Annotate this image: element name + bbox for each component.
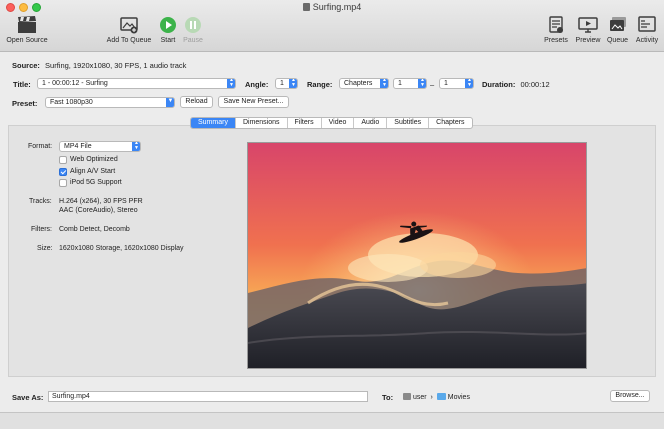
duration: Duration: 00:00:12 — [482, 80, 550, 89]
preset-label: Preset: — [12, 99, 38, 108]
angle-select[interactable]: 1 ▲ ▼ — [275, 78, 298, 89]
save-as-field[interactable]: Surfing.mp4 — [48, 391, 368, 402]
tracks-label: Tracks: — [29, 198, 52, 205]
save-as-value: Surfing.mp4 — [52, 393, 90, 400]
tab-chapters[interactable]: Chapters — [429, 118, 471, 128]
queue-icon — [609, 17, 626, 31]
open-source-button[interactable]: Open Source — [4, 16, 50, 44]
angle-select-value: 1 — [280, 80, 284, 87]
range-label: Range: — [307, 80, 333, 89]
surfing-preview-picture — [248, 143, 586, 368]
presets-button[interactable]: Presets — [542, 16, 570, 44]
handbrake-window: Surfing.mp4 Open Source Add To Queue Sta… — [0, 0, 664, 429]
angle-label: Angle: — [245, 80, 269, 89]
duration-value: 00:00:12 — [520, 80, 550, 89]
document-icon — [302, 3, 310, 11]
tab-video[interactable]: Video — [322, 118, 355, 128]
add-to-queue-icon — [120, 17, 138, 34]
pause-icon — [185, 17, 201, 33]
chevron-up-down-icon: ▲ ▼ — [289, 79, 297, 88]
tab-filters[interactable]: Filters — [288, 118, 322, 128]
duration-label: Duration: — [482, 80, 516, 89]
browse-button[interactable]: Browse... — [610, 390, 650, 402]
align-av-checkbox[interactable] — [59, 168, 67, 176]
range-start-select[interactable]: 1 ▲ ▼ — [393, 78, 427, 89]
reload-button[interactable]: Reload — [180, 96, 213, 108]
range-end-select[interactable]: 1 ▲ ▼ — [439, 78, 474, 89]
ipod-support-checkbox[interactable] — [59, 179, 67, 187]
pause-button[interactable]: Pause — [181, 16, 205, 44]
add-to-queue-button[interactable]: Add To Queue — [104, 16, 154, 44]
web-optimized-checkbox[interactable] — [59, 156, 67, 164]
movies-folder-icon — [436, 393, 446, 400]
tracks-audio: AAC (CoreAudio), Stereo — [59, 207, 138, 214]
path-folder: Movies — [447, 394, 470, 401]
save-new-preset-button[interactable]: Save New Preset... — [218, 96, 289, 108]
activity-label: Activity — [635, 37, 659, 44]
size-value: 1620x1080 Storage, 1620x1080 Display — [59, 245, 184, 252]
preview-label: Preview — [575, 37, 601, 44]
path-separator: › — [430, 394, 433, 401]
tab-dimensions[interactable]: Dimensions — [236, 118, 288, 128]
preset-select[interactable]: Fast 1080p30 ▼ — [45, 97, 175, 108]
range-type-value: Chapters — [344, 80, 373, 87]
chevron-up-down-icon: ▲ ▼ — [380, 79, 388, 88]
monitor-icon — [578, 17, 598, 33]
format-select[interactable]: MP4 File ▲ ▼ — [59, 141, 141, 152]
source-row: Source: Surfing, 1920x1080, 30 FPS, 1 au… — [12, 61, 186, 70]
home-folder-icon — [403, 393, 411, 400]
chevron-down-icon: ▼ — [166, 98, 174, 107]
source-value: Surfing, 1920x1080, 30 FPS, 1 audio trac… — [45, 61, 187, 70]
window-title-text: Surfing.mp4 — [312, 2, 362, 12]
pause-label: Pause — [183, 37, 203, 44]
tab-audio[interactable]: Audio — [354, 118, 388, 128]
range-end-value: 1 — [444, 80, 448, 87]
play-icon — [160, 17, 176, 33]
ipod-support-label: iPod 5G Support — [70, 179, 122, 186]
path-user: user — [412, 394, 427, 401]
presets-label: Presets — [544, 37, 568, 44]
preview-button[interactable]: Preview — [573, 16, 603, 44]
status-bar — [0, 412, 664, 429]
title-label: Title: — [13, 80, 31, 89]
chevron-up-down-icon: ▲ ▼ — [418, 79, 426, 88]
range-separator: – — [430, 80, 435, 89]
toolbar: Surfing.mp4 Open Source Add To Queue Sta… — [0, 0, 664, 52]
start-button[interactable]: Start — [157, 16, 179, 44]
settings-tabs: Summary Dimensions Filters Video Audio S… — [190, 117, 473, 129]
destination-path[interactable]: user › Movies — [403, 393, 470, 401]
clapperboard-icon — [18, 16, 36, 33]
tab-subtitles[interactable]: Subtitles — [387, 118, 430, 128]
queue-label: Queue — [606, 37, 629, 44]
presets-icon — [549, 16, 563, 33]
window-title: Surfing.mp4 — [0, 2, 664, 12]
range-type-select[interactable]: Chapters ▲ ▼ — [339, 78, 389, 89]
format-label: Format: — [28, 143, 53, 150]
align-av-label: Align A/V Start — [70, 168, 116, 175]
web-optimized-label: Web Optimized — [70, 156, 118, 163]
preview-image — [247, 142, 587, 369]
size-label: Size: — [37, 245, 53, 252]
source-label: Source: — [12, 61, 40, 70]
activity-button[interactable]: Activity — [632, 16, 662, 44]
chevron-up-down-icon: ▲ ▼ — [132, 142, 140, 151]
queue-button[interactable]: Queue — [604, 16, 631, 44]
destination-label: To: — [382, 393, 394, 402]
open-source-label: Open Source — [6, 37, 48, 44]
filters-value: Comb Detect, Decomb — [59, 226, 130, 233]
chevron-up-down-icon: ▲ ▼ — [465, 79, 473, 88]
title-select[interactable]: 1 - 00:00:12 - Surfing ▲ ▼ — [37, 78, 236, 89]
save-as-label: Save As: — [12, 393, 44, 402]
format-select-value: MP4 File — [64, 143, 92, 150]
title-select-value: 1 - 00:00:12 - Surfing — [42, 80, 108, 87]
filters-label: Filters: — [31, 226, 52, 233]
preset-select-value: Fast 1080p30 — [50, 99, 93, 106]
activity-icon — [638, 16, 656, 32]
add-to-queue-label: Add To Queue — [106, 37, 152, 44]
tab-summary[interactable]: Summary — [191, 118, 236, 128]
start-label: Start — [160, 37, 176, 44]
range-start-value: 1 — [398, 80, 402, 87]
chevron-up-down-icon: ▲ ▼ — [227, 79, 235, 88]
tracks-video: H.264 (x264), 30 FPS PFR — [59, 198, 143, 205]
